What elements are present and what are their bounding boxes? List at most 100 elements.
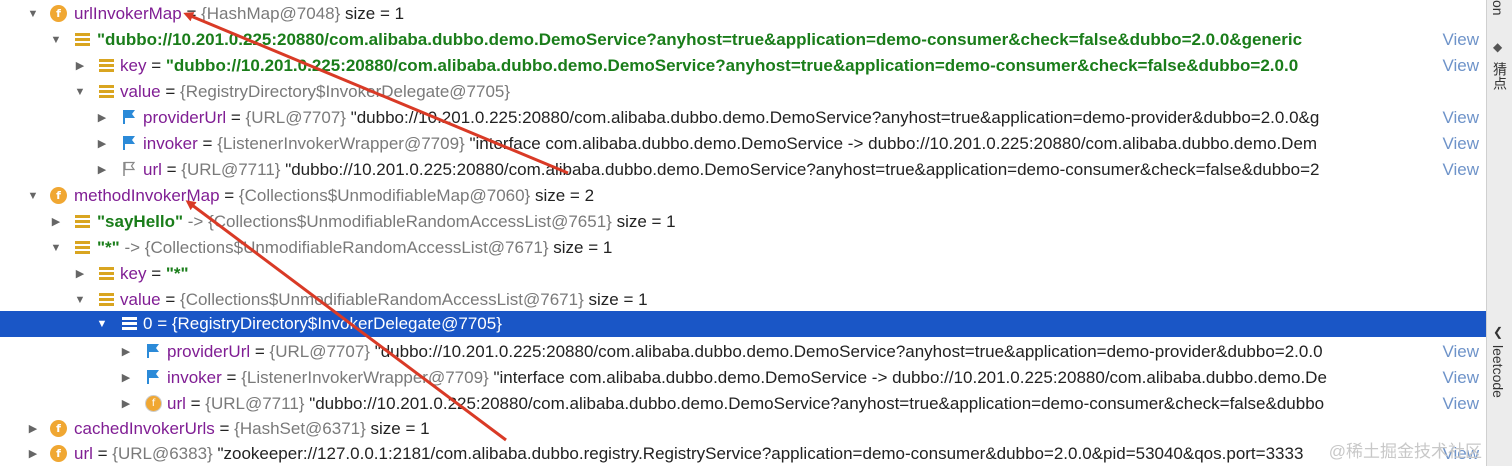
tree-row-key[interactable]: ▶ key = "*" <box>0 261 1487 287</box>
size-text: size = 1 <box>340 4 405 23</box>
expand-toggle-icon[interactable]: ▼ <box>27 1 39 27</box>
collapsed-toggle-icon[interactable]: ▶ <box>96 131 108 157</box>
tree-row-methodinvokermap[interactable]: ▼ f methodInvokerMap = {Collections$Unmo… <box>0 183 1487 209</box>
size-text: size = 1 <box>365 419 430 438</box>
string-value: "dubbo://10.201.0.225:20880/com.alibaba.… <box>165 56 1299 75</box>
view-link[interactable]: View <box>1442 339 1479 365</box>
size-text: size = 1 <box>611 212 676 231</box>
flag-icon <box>123 136 135 150</box>
watermark: @稀土掘金技术社区 <box>1328 442 1482 461</box>
entry-icon <box>122 317 137 331</box>
object-ref: {URL@6383} <box>112 444 213 463</box>
entry-icon <box>75 33 90 47</box>
tree-row-value[interactable]: ▼ value = {RegistryDirectory$InvokerDele… <box>0 79 1487 105</box>
object-ref: {ListenerInvokerWrapper@7709} <box>217 134 465 153</box>
tree-row-url[interactable]: ▶ f url = {URL@7711} "dubbo://10.201.0.2… <box>0 391 1487 417</box>
string-value: "*" <box>97 238 120 257</box>
collapsed-toggle-icon[interactable]: ▶ <box>120 339 132 365</box>
tree-row-sayhello[interactable]: ▶ "sayHello" -> {Collections$Unmodifiabl… <box>0 209 1487 235</box>
object-ref: {HashSet@6371} <box>234 419 366 438</box>
object-ref: -> {Collections$UnmodifiableRandomAccess… <box>183 212 612 231</box>
value-text: "dubbo://10.201.0.225:20880/com.alibaba.… <box>304 394 1325 413</box>
entry-icon <box>75 241 90 255</box>
object-ref: {URL@7707} <box>269 342 370 361</box>
field-name: value <box>120 290 161 309</box>
expand-toggle-icon[interactable]: ▼ <box>50 27 62 53</box>
tree-row-selected-item-0[interactable]: ▼ 0 = {RegistryDirectory$InvokerDelegate… <box>0 311 1487 337</box>
string-value: "*" <box>165 264 189 283</box>
tree-row-url[interactable]: ▶ url = {URL@7711} "dubbo://10.201.0.225… <box>0 157 1487 183</box>
sidebar-label-mid[interactable]: 猜点 <box>1490 62 1510 90</box>
tree-row-value[interactable]: ▼ value = {Collections$UnmodifiableRando… <box>0 287 1487 313</box>
object-ref: -> {Collections$UnmodifiableRandomAccess… <box>119 238 549 257</box>
expand-toggle-icon[interactable]: ▼ <box>74 79 86 105</box>
object-ref: {Collections$UnmodifiableRandomAccessLis… <box>180 290 584 309</box>
object-ref: {URL@7711} <box>205 394 305 413</box>
field-name: urlInvokerMap <box>74 4 182 23</box>
tree-row-invoker[interactable]: ▶ invoker = {ListenerInvokerWrapper@7709… <box>0 131 1487 157</box>
collapsed-toggle-icon[interactable]: ▶ <box>50 209 62 235</box>
value-text: "interface com.alibaba.dubbo.demo.DemoSe… <box>488 368 1327 387</box>
sidebar-label-top[interactable]: on <box>1490 0 1506 16</box>
expand-toggle-icon[interactable]: ▼ <box>74 287 86 313</box>
collapsed-toggle-icon[interactable]: ▶ <box>74 53 86 79</box>
string-value: "dubbo://10.201.0.225:20880/com.alibaba.… <box>97 30 1303 49</box>
field-name: key <box>120 56 147 75</box>
final-field-icon: f <box>145 395 162 412</box>
view-link[interactable]: View <box>1442 131 1479 157</box>
collapsed-toggle-icon[interactable]: ▶ <box>27 416 39 442</box>
collapsed-toggle-icon[interactable]: ▶ <box>120 391 132 417</box>
field-name: invoker <box>143 134 198 153</box>
object-ref: {URL@7707} <box>245 108 346 127</box>
view-link[interactable]: View <box>1442 157 1479 183</box>
view-link[interactable]: View <box>1442 105 1479 131</box>
object-ref: {RegistryDirectory$InvokerDelegate@7705} <box>180 82 511 101</box>
right-tool-sidebar: on ◆ 猜点 ❮ leetcode <box>1486 0 1512 466</box>
tree-row-urlinvokermap[interactable]: ▼ f urlInvokerMap = {HashMap@7048} size … <box>0 1 1487 27</box>
view-link[interactable]: View <box>1442 391 1479 417</box>
object-ref: {URL@7711} <box>181 160 281 179</box>
tree-row-providerurl[interactable]: ▶ providerUrl = {URL@7707} "dubbo://10.2… <box>0 339 1487 365</box>
debugger-variables-tree[interactable]: ▼ f urlInvokerMap = {HashMap@7048} size … <box>0 0 1487 466</box>
field-icon: f <box>50 5 67 22</box>
tree-row-invoker[interactable]: ▶ invoker = {ListenerInvokerWrapper@7709… <box>0 365 1487 391</box>
flag-icon <box>147 370 159 384</box>
collapsed-toggle-icon[interactable]: ▶ <box>120 365 132 391</box>
tree-row-star[interactable]: ▼ "*" -> {Collections$UnmodifiableRandom… <box>0 235 1487 261</box>
collapsed-toggle-icon[interactable]: ▶ <box>96 105 108 131</box>
field-name: cachedInvokerUrls <box>74 419 215 438</box>
view-link[interactable]: View <box>1442 365 1479 391</box>
field-name: key <box>120 264 147 283</box>
object-ref: {Collections$UnmodifiableMap@7060} <box>238 186 531 205</box>
tree-row-key[interactable]: ▶ key = "dubbo://10.201.0.225:20880/com.… <box>0 53 1487 79</box>
field-name: value <box>120 82 161 101</box>
collapsed-toggle-icon[interactable]: ▶ <box>96 157 108 183</box>
object-ref: {HashMap@7048} <box>201 4 341 23</box>
value-text: "interface com.alibaba.dubbo.demo.DemoSe… <box>464 134 1318 153</box>
view-link[interactable]: View <box>1442 53 1479 79</box>
object-ref: {RegistryDirectory$InvokerDelegate@7705} <box>171 314 502 333</box>
collapsed-toggle-icon[interactable]: ▶ <box>27 441 39 466</box>
entry-icon <box>99 59 114 73</box>
entry-icon <box>99 85 114 99</box>
entry-icon <box>99 267 114 281</box>
field-name: methodInvokerMap <box>74 186 220 205</box>
tree-row-registry-url[interactable]: ▶ f url = {URL@6383} "zookeeper://127.0.… <box>0 441 1487 466</box>
field-icon: f <box>50 187 67 204</box>
expand-toggle-icon[interactable]: ▼ <box>50 235 62 261</box>
value-text: "dubbo://10.201.0.225:20880/com.alibaba.… <box>369 342 1323 361</box>
expand-toggle-icon[interactable]: ▼ <box>96 311 108 337</box>
collapsed-toggle-icon[interactable]: ▶ <box>74 261 86 287</box>
entry-icon <box>99 293 114 307</box>
tree-row-cachedinvokerurls[interactable]: ▶ f cachedInvokerUrls = {HashSet@6371} s… <box>0 416 1487 442</box>
tree-row-map-entry[interactable]: ▼ "dubbo://10.201.0.225:20880/com.alibab… <box>0 27 1487 53</box>
field-name: url <box>74 444 93 463</box>
view-link[interactable]: View <box>1442 27 1479 53</box>
field-name: providerUrl <box>167 342 251 361</box>
leetcode-icon: ❮ <box>1493 325 1504 339</box>
tree-row-providerurl[interactable]: ▶ providerUrl = {URL@7707} "dubbo://10.2… <box>0 105 1487 131</box>
expand-toggle-icon[interactable]: ▼ <box>27 183 39 209</box>
sidebar-label-leetcode[interactable]: leetcode <box>1490 345 1506 398</box>
field-name: invoker <box>167 368 222 387</box>
field-name: url <box>143 160 162 179</box>
